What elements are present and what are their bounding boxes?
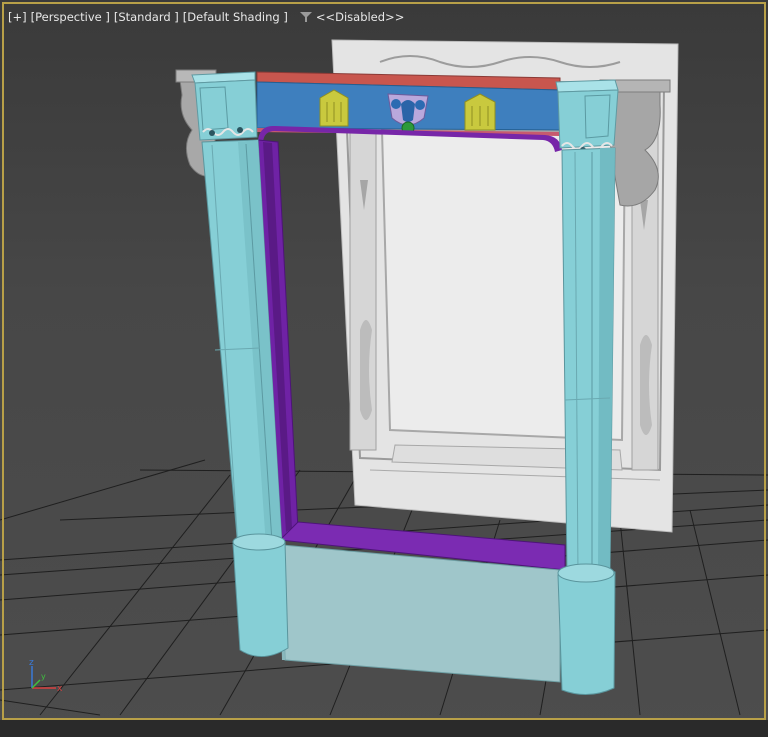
axis-y-label: y bbox=[41, 672, 46, 681]
axis-x-label: x bbox=[57, 684, 63, 694]
viewport-bottom-strip bbox=[0, 720, 768, 737]
viewport-menu-plus[interactable]: [+] bbox=[8, 10, 27, 24]
axis-gizmo: z x y bbox=[29, 658, 63, 694]
viewport-point-of-view-label[interactable]: [Perspective ] bbox=[31, 10, 110, 24]
lintel-shield-left bbox=[319, 89, 349, 127]
funnel-icon[interactable] bbox=[299, 11, 312, 23]
axis-z-label: z bbox=[29, 658, 34, 668]
right-column[interactable] bbox=[555, 79, 619, 695]
perspective-viewport[interactable]: [+] [Perspective ] [Standard ] [Default … bbox=[0, 0, 768, 737]
scene-3d-render[interactable] bbox=[0, 0, 768, 737]
viewport-filter-status[interactable]: <<Disabled>> bbox=[316, 10, 405, 24]
door-base-plinth[interactable] bbox=[279, 544, 561, 683]
viewport-shading-label[interactable]: [Default Shading ] bbox=[183, 10, 288, 24]
lintel-shield-right bbox=[464, 93, 496, 131]
viewport-standard-label[interactable]: [Standard ] bbox=[114, 10, 179, 24]
viewport-label-bar: [+] [Perspective ] [Standard ] [Default … bbox=[8, 9, 404, 25]
